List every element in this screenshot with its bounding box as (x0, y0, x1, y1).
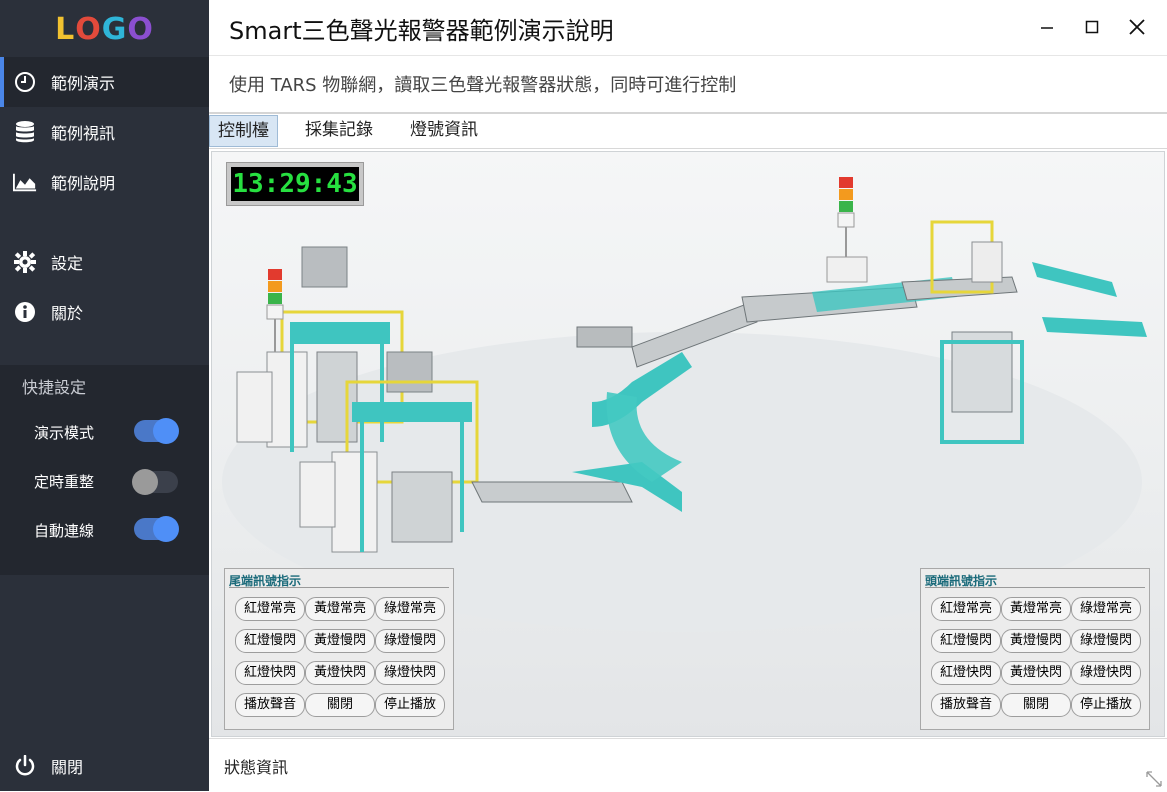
sidebar-item-description[interactable]: 範例說明 (0, 157, 209, 207)
quick-settings: 快捷設定 演示模式 定時重整 自動連線 (0, 365, 209, 575)
logo-letter: G (101, 11, 128, 47)
tail-green-steady-button[interactable]: 綠燈常亮 (375, 597, 445, 621)
tab-records[interactable]: 採集記錄 (297, 115, 381, 145)
sidebar-item-about[interactable]: 關於 (0, 287, 209, 337)
panel-divider (229, 587, 449, 588)
logo-letter: L (55, 11, 76, 47)
sidebar-item-settings[interactable]: 設定 (0, 237, 209, 287)
quick-settings-title: 快捷設定 (22, 378, 87, 397)
tail-play-sound-button[interactable]: 播放聲音 (235, 693, 305, 717)
toggle-demo-mode[interactable] (134, 418, 179, 444)
panel-divider (925, 587, 1145, 588)
page-subtitle: 使用 TARS 物聯網，讀取三色聲光報警器狀態，同時可進行控制 (229, 75, 737, 96)
toggle-timed-refresh[interactable] (132, 469, 178, 495)
power-icon (13, 754, 37, 778)
control-panel-canvas: 13:29:43 尾端訊號指示 紅燈常亮 黃燈常亮 綠燈常亮 紅燈慢閃 黃燈慢閃… (211, 151, 1165, 737)
tail-off-button[interactable]: 關閉 (305, 693, 375, 717)
sidebar-item-label: 關於 (51, 304, 84, 323)
head-off-button[interactable]: 關閉 (1001, 693, 1071, 717)
head-yellow-slow-blink-button[interactable]: 黃燈慢閃 (1001, 629, 1071, 653)
logo-letter: O (75, 11, 102, 47)
tail-red-steady-button[interactable]: 紅燈常亮 (235, 597, 305, 621)
head-green-steady-button[interactable]: 綠燈常亮 (1071, 597, 1141, 621)
tab-light-info[interactable]: 燈號資訊 (402, 115, 486, 145)
sidebar-item-label: 設定 (51, 254, 84, 273)
toggle-auto-connect[interactable] (134, 516, 179, 542)
tab-console[interactable]: 控制檯 (209, 115, 278, 147)
clock-icon (13, 70, 37, 94)
status-text: 狀態資訊 (224, 758, 289, 777)
database-icon (13, 120, 37, 144)
title-bar: Smart三色聲光報警器範例演示說明 (209, 0, 1167, 56)
minimize-button[interactable] (1032, 12, 1062, 42)
tail-green-fast-blink-button[interactable]: 綠燈快閃 (375, 661, 445, 685)
head-play-sound-button[interactable]: 播放聲音 (931, 693, 1001, 717)
head-green-slow-blink-button[interactable]: 綠燈慢閃 (1071, 629, 1141, 653)
status-bar: 狀態資訊 (209, 738, 1167, 792)
subtitle-bar: 使用 TARS 物聯網，讀取三色聲光報警器狀態，同時可進行控制 (209, 56, 1167, 114)
digital-clock: 13:29:43 (226, 162, 364, 206)
close-button[interactable] (1122, 12, 1152, 42)
head-yellow-fast-blink-button[interactable]: 黃燈快閃 (1001, 661, 1071, 685)
tail-green-slow-blink-button[interactable]: 綠燈慢閃 (375, 629, 445, 653)
tab-bar: 控制檯 採集記錄 燈號資訊 (209, 114, 1167, 149)
head-yellow-steady-button[interactable]: 黃燈常亮 (1001, 597, 1071, 621)
clock-time: 13:29:43 (231, 167, 359, 201)
sidebar-close-button[interactable]: 關閉 (0, 741, 209, 791)
minimize-icon (1041, 27, 1053, 29)
tail-yellow-fast-blink-button[interactable]: 黃燈快閃 (305, 661, 375, 685)
sidebar-close-label: 關閉 (51, 758, 84, 777)
tail-red-fast-blink-button[interactable]: 紅燈快閃 (235, 661, 305, 685)
toggle-label-auto-connect: 自動連線 (34, 522, 95, 540)
toggle-knob (132, 469, 158, 495)
close-icon (1129, 19, 1145, 35)
toggle-label-demo-mode: 演示模式 (34, 424, 95, 442)
sidebar-item-label: 範例演示 (51, 74, 116, 93)
head-green-fast-blink-button[interactable]: 綠燈快閃 (1071, 661, 1141, 685)
sidebar-item-demo[interactable]: 範例演示 (0, 57, 209, 107)
window-title: Smart三色聲光報警器範例演示說明 (229, 17, 614, 45)
sidebar-item-video[interactable]: 範例視訊 (0, 107, 209, 157)
gear-icon (13, 250, 37, 274)
area-chart-icon (13, 170, 37, 194)
sidebar-item-label: 範例說明 (51, 174, 116, 193)
tail-yellow-steady-button[interactable]: 黃燈常亮 (305, 597, 375, 621)
maximize-button[interactable] (1077, 12, 1107, 42)
tail-red-slow-blink-button[interactable]: 紅燈慢閃 (235, 629, 305, 653)
head-signal-panel: 頭端訊號指示 紅燈常亮 黃燈常亮 綠燈常亮 紅燈慢閃 黃燈慢閃 綠燈慢閃 紅燈快… (920, 568, 1150, 730)
resize-grip-icon[interactable] (1145, 770, 1163, 788)
info-icon (13, 300, 37, 324)
tail-stop-sound-button[interactable]: 停止播放 (375, 693, 445, 717)
logo-letter: O (127, 11, 154, 47)
toggle-knob (153, 418, 179, 444)
toggle-knob (153, 516, 179, 542)
head-red-steady-button[interactable]: 紅燈常亮 (931, 597, 1001, 621)
toggle-label-timed-refresh: 定時重整 (34, 473, 95, 491)
head-red-slow-blink-button[interactable]: 紅燈慢閃 (931, 629, 1001, 653)
maximize-icon (1085, 20, 1099, 34)
logo: LOGO (0, 0, 209, 58)
tail-signal-panel: 尾端訊號指示 紅燈常亮 黃燈常亮 綠燈常亮 紅燈慢閃 黃燈慢閃 綠燈慢閃 紅燈快… (224, 568, 454, 730)
tail-yellow-slow-blink-button[interactable]: 黃燈慢閃 (305, 629, 375, 653)
head-red-fast-blink-button[interactable]: 紅燈快閃 (931, 661, 1001, 685)
head-stop-sound-button[interactable]: 停止播放 (1071, 693, 1141, 717)
sidebar-item-label: 範例視訊 (51, 124, 116, 143)
sidebar: LOGO 範例演示 範例視訊 範例說明 設定 關於 快捷設定 演示模式 定時重整 (0, 0, 209, 791)
